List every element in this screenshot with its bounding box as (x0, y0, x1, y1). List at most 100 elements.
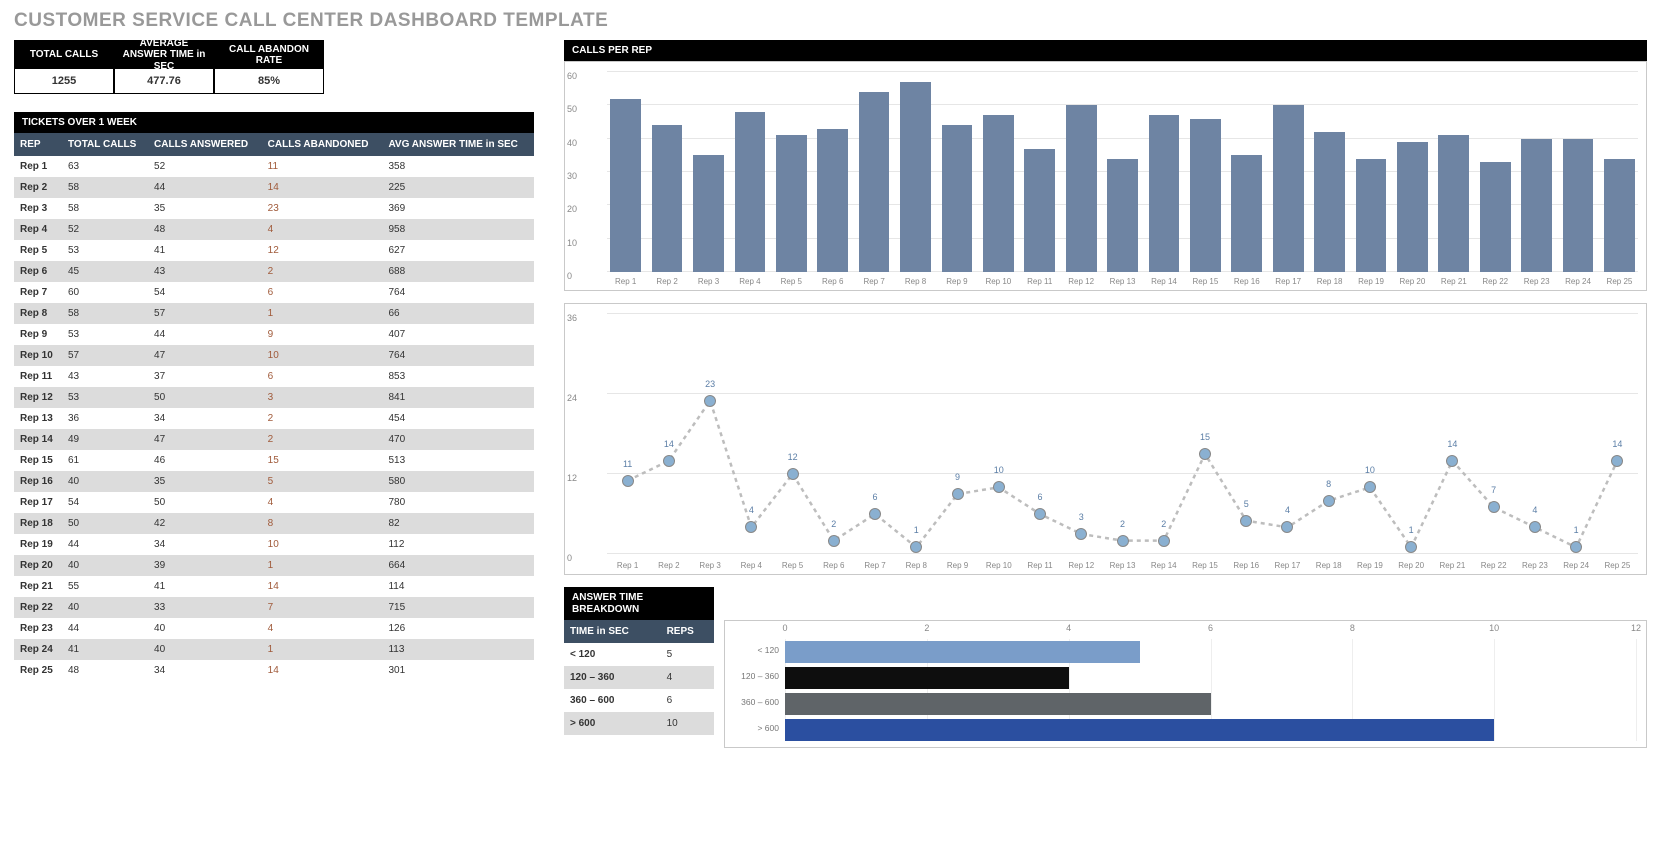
data-point (1488, 501, 1500, 513)
hbar (785, 667, 1069, 689)
data-point (1117, 535, 1129, 547)
data-point (1323, 495, 1335, 507)
table-row: Rep 1449472470 (14, 429, 534, 450)
data-point (704, 395, 716, 407)
table-row: Rep 21554114114 (14, 576, 534, 597)
col-header: TOTAL CALLS (62, 133, 148, 156)
bar (1273, 105, 1304, 272)
col-header: REP (14, 133, 62, 156)
line-chart: 11Rep 114Rep 223Rep 34Rep 412Rep 52Rep 6… (564, 303, 1647, 575)
table-row: Rep 25483414301 (14, 660, 534, 681)
bar (817, 129, 848, 272)
col-header: CALLS ANSWERED (148, 133, 262, 156)
data-point (1446, 455, 1458, 467)
table-row: Rep 2240337715 (14, 597, 534, 618)
calls-per-rep-header: CALLS PER REP (564, 40, 1647, 61)
data-point (1570, 541, 1582, 553)
hbar (785, 719, 1494, 741)
table-row: Rep 1635211358 (14, 156, 534, 177)
bar (1480, 162, 1511, 272)
hbar-chart: 024681012< 120120 – 360360 – 600> 600 (724, 620, 1647, 748)
data-point (1034, 508, 1046, 520)
table-row: 120 – 3604 (564, 666, 714, 689)
data-point (1075, 528, 1087, 540)
bar (1563, 139, 1594, 272)
bar (1521, 139, 1552, 272)
bar (1397, 142, 1428, 272)
data-point (993, 481, 1005, 493)
data-point (745, 521, 757, 533)
bar (693, 155, 724, 272)
table-row: Rep 953449407 (14, 324, 534, 345)
table-row: Rep 15614615513 (14, 450, 534, 471)
table-row: Rep 2344404126 (14, 618, 534, 639)
table-row: > 60010 (564, 712, 714, 735)
data-point (1240, 515, 1252, 527)
summary-abandon: CALL ABANDON RATE85% (214, 40, 324, 94)
bar (1149, 115, 1180, 272)
bar (1190, 119, 1221, 272)
bar (983, 115, 1014, 272)
table-row: Rep 1253503841 (14, 387, 534, 408)
table-row: Rep 19443410112 (14, 534, 534, 555)
bar (859, 92, 890, 272)
table-row: Rep 2441401113 (14, 639, 534, 660)
data-point (622, 475, 634, 487)
hbar (785, 693, 1211, 715)
bar (776, 135, 807, 272)
breakdown-table: TIME in SECREPS < 1205120 – 3604360 – 60… (564, 620, 714, 735)
table-row: Rep 1640355580 (14, 471, 534, 492)
page-title: CUSTOMER SERVICE CALL CENTER DASHBOARD T… (14, 10, 1647, 32)
data-point (910, 541, 922, 553)
table-row: Rep 10574710764 (14, 345, 534, 366)
data-point (1611, 455, 1623, 467)
data-point (1529, 521, 1541, 533)
data-point (663, 455, 675, 467)
table-row: Rep 645432688 (14, 261, 534, 282)
table-row: Rep 2584414225 (14, 177, 534, 198)
bar (610, 99, 641, 272)
table-row: Rep 1754504780 (14, 492, 534, 513)
table-row: Rep 2040391664 (14, 555, 534, 576)
col-header: CALLS ABANDONED (262, 133, 383, 156)
bar (942, 125, 973, 272)
summary-avg_answer: AVERAGE ANSWER TIME in SEC477.76 (114, 40, 214, 94)
table-row: Rep 5534112627 (14, 240, 534, 261)
hbar (785, 641, 1140, 663)
bar (1107, 159, 1138, 272)
data-point (1281, 521, 1293, 533)
data-point (1405, 541, 1417, 553)
table-row: Rep 760546764 (14, 282, 534, 303)
data-point (952, 488, 964, 500)
col-header: AVG ANSWER TIME in SEC (382, 133, 534, 156)
table-row: Rep 1336342454 (14, 408, 534, 429)
bar (1314, 132, 1345, 272)
table-row: 360 – 6006 (564, 689, 714, 712)
table-row: Rep 452484958 (14, 219, 534, 240)
bar (900, 82, 931, 272)
table-row: < 1205 (564, 643, 714, 666)
bar (1231, 155, 1262, 272)
tickets-header: TICKETS OVER 1 WEEK (14, 112, 534, 133)
data-point (1199, 448, 1211, 460)
tickets-table: REPTOTAL CALLSCALLS ANSWEREDCALLS ABANDO… (14, 133, 534, 681)
summary-total_calls: TOTAL CALLS1255 (14, 40, 114, 94)
bar-chart: Rep 1Rep 2Rep 3Rep 4Rep 5Rep 6Rep 7Rep 8… (564, 61, 1647, 291)
data-point (1158, 535, 1170, 547)
table-row: Rep 185042882 (14, 513, 534, 534)
data-point (869, 508, 881, 520)
data-point (787, 468, 799, 480)
table-row: Rep 85857166 (14, 303, 534, 324)
table-row: Rep 3583523369 (14, 198, 534, 219)
data-point (1364, 481, 1376, 493)
bar (652, 125, 683, 272)
bar (1438, 135, 1469, 272)
answer-time-header: ANSWER TIME BREAKDOWN (564, 587, 714, 620)
bar (1066, 105, 1097, 272)
data-point (828, 535, 840, 547)
table-row: Rep 1143376853 (14, 366, 534, 387)
summary-panel: TOTAL CALLS1255AVERAGE ANSWER TIME in SE… (14, 40, 534, 94)
bar (735, 112, 766, 272)
bar (1024, 149, 1055, 272)
bar (1356, 159, 1387, 272)
